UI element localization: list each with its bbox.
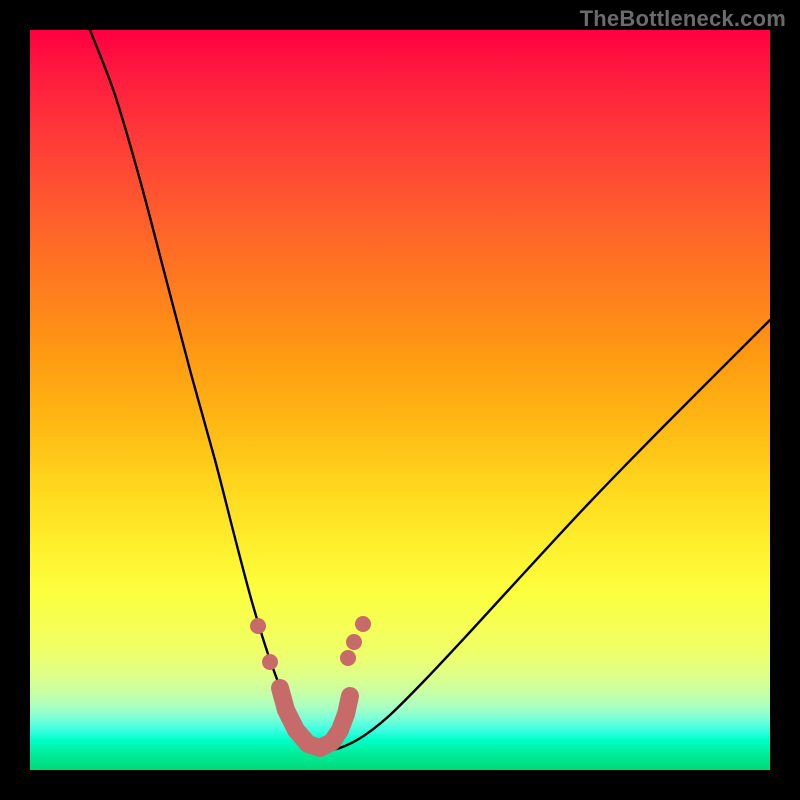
curve-overlay: [30, 30, 770, 770]
watermark-text: TheBottleneck.com: [580, 6, 786, 32]
bottleneck-curve: [90, 30, 770, 750]
marker-dots: [250, 616, 371, 670]
marker-dot: [346, 634, 362, 650]
trough-marker: [280, 688, 350, 748]
marker-dot: [355, 616, 371, 632]
marker-dot: [262, 654, 278, 670]
marker-dot: [250, 618, 266, 634]
chart-frame: [30, 30, 770, 770]
marker-dot: [340, 650, 356, 666]
